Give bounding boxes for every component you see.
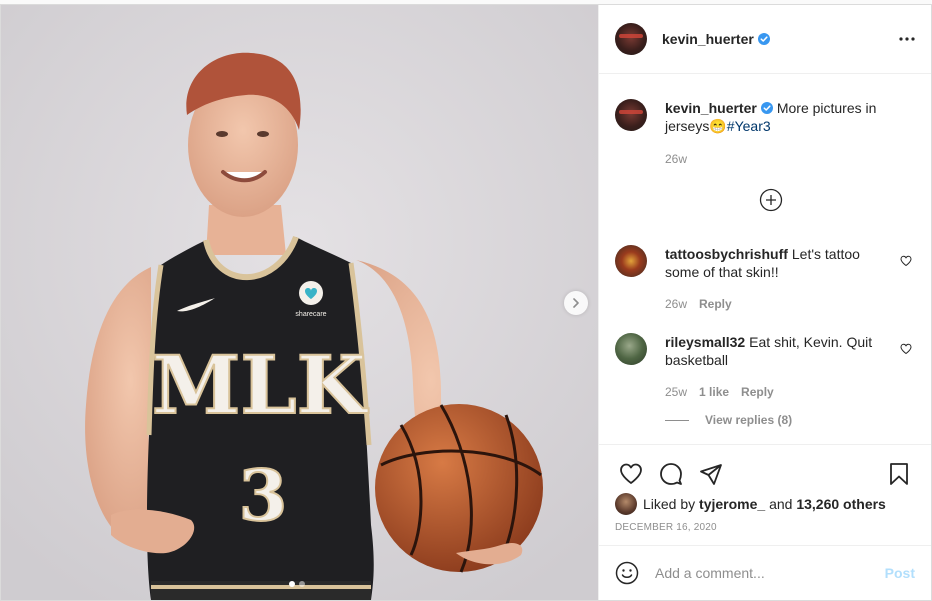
comment-like-heart-icon[interactable] bbox=[900, 255, 912, 267]
emoji-picker-icon[interactable] bbox=[615, 561, 639, 585]
heart-icon bbox=[620, 463, 642, 484]
comment-bubble-icon bbox=[660, 463, 682, 485]
post-photo: sharecare MLK 3 bbox=[1, 5, 598, 600]
comment-composer: Post bbox=[599, 545, 931, 600]
carousel-dot-active bbox=[289, 581, 295, 587]
comment-likes-count[interactable]: 1 like bbox=[699, 383, 729, 401]
post-comment-button[interactable]: Post bbox=[885, 565, 915, 581]
view-replies-button[interactable]: View replies (8) bbox=[665, 413, 792, 427]
commenter-username[interactable]: rileysmall32 bbox=[665, 334, 745, 350]
sponsor-logo-text: sharecare bbox=[295, 311, 326, 318]
grin-emoji: 😁 bbox=[709, 118, 727, 134]
comment-item: rileysmall32 Eat shit, Kevin. Quit basket… bbox=[615, 333, 915, 401]
comment-body: tattoosbychrishuff Let's tattoo some of t… bbox=[665, 245, 887, 313]
comment-age[interactable]: 25w bbox=[665, 383, 687, 401]
commenter-avatar[interactable] bbox=[615, 245, 647, 277]
comments-list[interactable]: kevin_huerter More pictures in jerseys😁#… bbox=[599, 75, 931, 445]
likes-summary: Liked by tyjerome_ and 13,260 others bbox=[615, 493, 886, 515]
carousel-indicator bbox=[289, 581, 305, 587]
caption-author-username[interactable]: kevin_huerter bbox=[665, 100, 757, 116]
post-header: kevin_huerter bbox=[599, 5, 931, 74]
verified-badge-icon bbox=[757, 33, 770, 45]
liker-username[interactable]: tyjerome_ bbox=[699, 496, 765, 512]
bookmark-icon bbox=[890, 463, 908, 485]
caption: kevin_huerter More pictures in jerseys😁#… bbox=[615, 99, 915, 168]
comment-body: rileysmall32 Eat shit, Kevin. Quit basket… bbox=[665, 333, 887, 401]
view-replies-label: View replies (8) bbox=[705, 413, 793, 427]
caption-hashtag[interactable]: #Year3 bbox=[727, 118, 771, 134]
carousel-dot bbox=[299, 581, 305, 587]
jersey-wordmark: MLK bbox=[152, 338, 369, 432]
chevron-right-icon bbox=[573, 298, 579, 308]
paper-plane-icon bbox=[700, 464, 722, 485]
author-avatar[interactable] bbox=[615, 23, 647, 55]
share-button[interactable] bbox=[691, 454, 731, 494]
action-bar bbox=[599, 454, 931, 494]
verified-badge-icon bbox=[760, 102, 773, 114]
commenter-username[interactable]: tattoosbychrishuff bbox=[665, 246, 788, 262]
likes-prefix: Liked by bbox=[643, 496, 700, 512]
commenter-avatar[interactable] bbox=[615, 333, 647, 365]
save-button[interactable] bbox=[879, 454, 919, 494]
post-side-panel: kevin_huerter kevin_huerter More picture… bbox=[599, 5, 931, 600]
reply-button[interactable]: Reply bbox=[741, 383, 774, 401]
comment-button[interactable] bbox=[651, 454, 691, 494]
comment-item: tattoosbychrishuff Let's tattoo some of t… bbox=[615, 245, 915, 313]
likes-conjunction: and bbox=[765, 496, 797, 512]
liker-avatar[interactable] bbox=[615, 493, 637, 515]
author-username[interactable]: kevin_huerter bbox=[662, 31, 754, 47]
caption-body: kevin_huerter More pictures in jerseys😁#… bbox=[665, 99, 887, 168]
carousel-next-button[interactable] bbox=[564, 291, 588, 315]
post-dialog: sharecare MLK 3 kevin_huerter kevin_huer… bbox=[0, 4, 932, 601]
likes-count[interactable]: 13,260 others bbox=[796, 496, 886, 512]
comment-like-heart-icon[interactable] bbox=[900, 343, 912, 355]
comment-age[interactable]: 26w bbox=[665, 295, 687, 313]
post-date[interactable]: DECEMBER 16, 2020 bbox=[615, 522, 717, 533]
comment-input[interactable] bbox=[655, 565, 885, 581]
caption-age[interactable]: 26w bbox=[665, 150, 687, 168]
reply-button[interactable]: Reply bbox=[699, 295, 732, 313]
caption-author-avatar[interactable] bbox=[615, 99, 647, 131]
likes-text: Liked by tyjerome_ and 13,260 others bbox=[643, 496, 886, 512]
like-button[interactable] bbox=[611, 454, 651, 494]
jersey-number: 3 bbox=[239, 454, 288, 537]
post-media[interactable]: sharecare MLK 3 bbox=[1, 5, 599, 600]
load-more-comments-icon[interactable] bbox=[759, 188, 783, 212]
replies-divider bbox=[665, 419, 689, 421]
more-options-icon[interactable] bbox=[899, 37, 915, 41]
